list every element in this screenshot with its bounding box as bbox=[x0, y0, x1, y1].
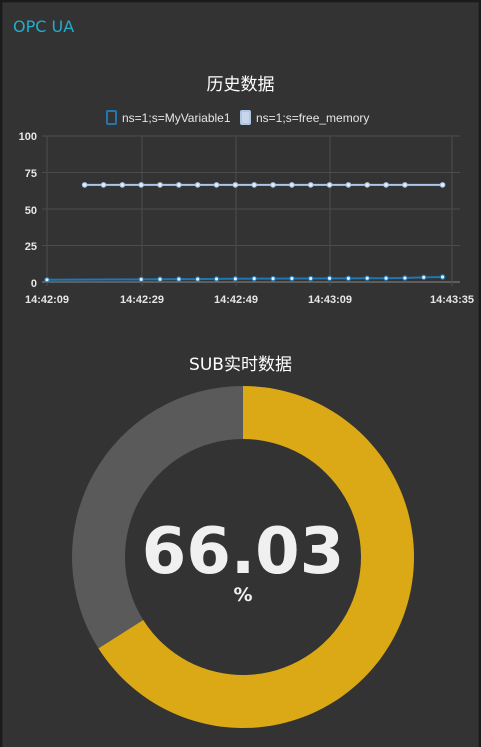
series-point-1 bbox=[439, 182, 446, 188]
series-point-1 bbox=[176, 182, 182, 188]
series-point-1 bbox=[345, 182, 352, 188]
series-point-1 bbox=[232, 182, 239, 188]
y-tick-label: 50 bbox=[25, 205, 37, 217]
x-tick-label: 14:42:09 bbox=[25, 294, 69, 306]
x-tick-label: 14:42:49 bbox=[214, 294, 258, 306]
series-point-0 bbox=[251, 275, 258, 282]
series-point-1 bbox=[402, 182, 408, 188]
y-tick-label: 75 bbox=[25, 168, 37, 180]
series-point-0 bbox=[176, 276, 182, 282]
legend-swatch-free-memory[interactable] bbox=[240, 110, 251, 125]
series-point-1 bbox=[364, 182, 371, 188]
series-point-0 bbox=[326, 275, 333, 282]
y-tick-label: 25 bbox=[25, 241, 37, 253]
x-tick-label: 14:43:09 bbox=[308, 294, 352, 306]
series-point-1 bbox=[119, 182, 126, 188]
legend-label-free-memory[interactable]: ns=1;s=free_memory bbox=[256, 111, 369, 125]
series-point-0 bbox=[345, 275, 352, 282]
series-point-0 bbox=[213, 276, 220, 282]
series-point-1 bbox=[307, 182, 314, 188]
series-point-1 bbox=[157, 182, 163, 188]
series-point-0 bbox=[138, 276, 144, 283]
y-axis: 100 75 50 25 0 bbox=[19, 131, 37, 290]
series-point-1 bbox=[270, 182, 276, 188]
y-tick-label: 100 bbox=[19, 131, 37, 143]
series-point-0 bbox=[232, 275, 239, 282]
series-point-1 bbox=[138, 182, 144, 188]
series-point-1 bbox=[251, 182, 258, 188]
series-point-1 bbox=[81, 182, 88, 188]
series-point-1 bbox=[100, 182, 107, 188]
series-point-0 bbox=[383, 275, 389, 282]
gauge: 66.03 % bbox=[72, 386, 415, 728]
series-point-1 bbox=[383, 182, 389, 188]
series-point-0 bbox=[270, 275, 276, 282]
series-line-0 bbox=[46, 276, 443, 281]
legend-swatch-myvariable1[interactable] bbox=[106, 110, 117, 125]
gauge-unit: % bbox=[233, 584, 252, 606]
chart-grid bbox=[42, 135, 460, 286]
x-axis: 14:42:09 14:42:29 14:42:49 14:43:09 14:4… bbox=[25, 294, 474, 306]
x-tick-label: 14:42:29 bbox=[120, 294, 164, 306]
series-point-0 bbox=[44, 277, 50, 283]
series-point-1 bbox=[213, 182, 220, 188]
legend-label-myvariable1[interactable]: ns=1;s=MyVariable1 bbox=[122, 111, 231, 125]
series-point-0 bbox=[402, 275, 408, 281]
series-point-0 bbox=[194, 276, 201, 282]
series-point-0 bbox=[157, 276, 163, 283]
y-tick-label: 0 bbox=[31, 278, 37, 290]
gauge-title: SUB实时数据 bbox=[189, 355, 292, 375]
chart-legend: ns=1;s=MyVariable1 ns=1;s=free_memory bbox=[106, 110, 369, 125]
series-point-0 bbox=[364, 275, 371, 282]
gauge-value: 66.03 bbox=[142, 515, 344, 589]
series-point-1 bbox=[194, 182, 201, 188]
series-point-1 bbox=[326, 182, 333, 188]
chart-series bbox=[44, 182, 446, 283]
series-point-0 bbox=[289, 275, 295, 282]
series-point-0 bbox=[307, 275, 314, 282]
series-point-0 bbox=[420, 274, 427, 281]
x-tick-label: 14:43:35 bbox=[430, 294, 474, 306]
series-point-0 bbox=[439, 274, 446, 280]
series-point-1 bbox=[289, 182, 295, 188]
